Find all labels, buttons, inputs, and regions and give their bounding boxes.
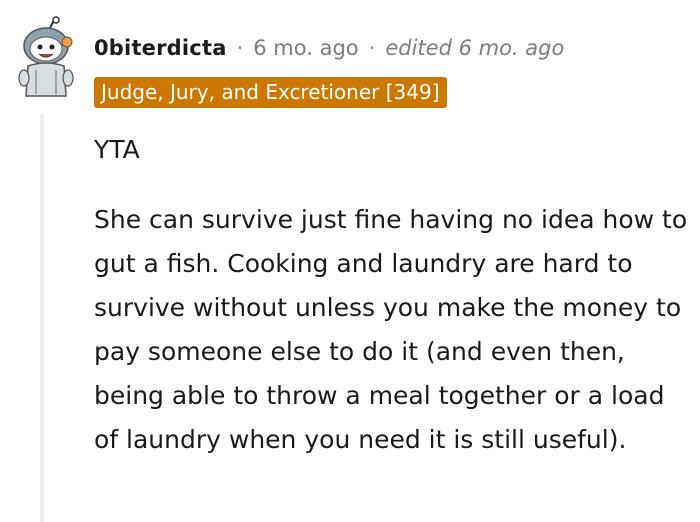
separator-dot: · bbox=[368, 36, 376, 60]
comment-paragraph: YTA bbox=[94, 135, 140, 164]
thread-line[interactable] bbox=[40, 114, 44, 522]
edited-timestamp: edited 6 mo. ago bbox=[385, 36, 565, 60]
comment: 0biterdicta · 6 mo. ago · edited 6 mo. a… bbox=[0, 0, 700, 522]
separator-dot: · bbox=[236, 36, 244, 60]
comment-body: YTA She can survive just fine having no … bbox=[94, 128, 694, 488]
comment-paragraph: She can survive just fine having no idea… bbox=[94, 205, 688, 454]
user-avatar-icon[interactable] bbox=[14, 16, 78, 100]
timestamp[interactable]: 6 mo. ago bbox=[253, 32, 358, 64]
user-flair: Judge, Jury, and Excretioner [349] bbox=[94, 77, 447, 108]
username-link[interactable]: 0biterdicta bbox=[94, 32, 227, 64]
comment-meta: 0biterdicta · 6 mo. ago · edited 6 mo. a… bbox=[94, 32, 564, 64]
